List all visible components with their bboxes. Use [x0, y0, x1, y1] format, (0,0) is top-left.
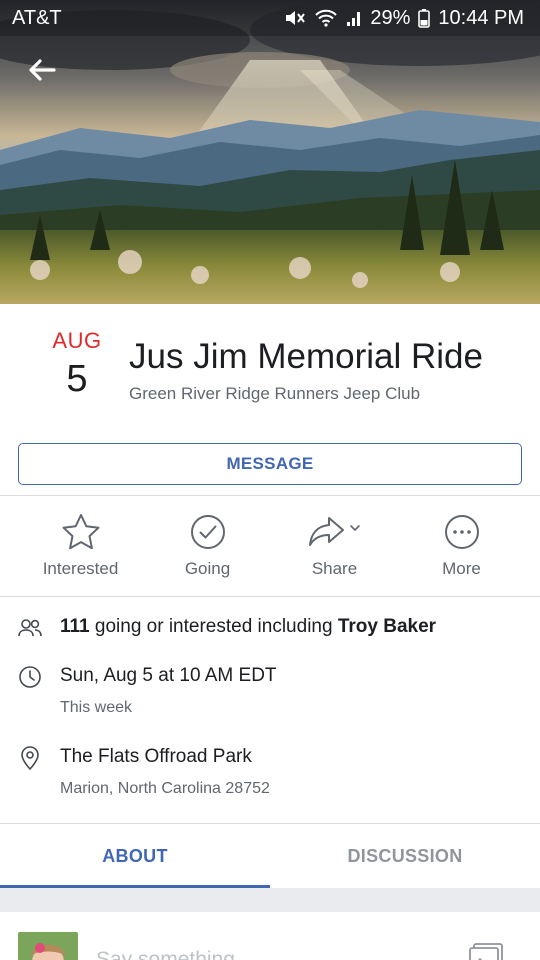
- avatar: [18, 932, 78, 960]
- share-label: Share: [311, 559, 358, 578]
- divider: [0, 596, 540, 597]
- friend-name[interactable]: Troy Baker: [338, 616, 436, 637]
- divider: [0, 495, 540, 496]
- battery-icon: [418, 8, 431, 28]
- composer-placeholder[interactable]: Say something...: [96, 948, 252, 960]
- clock-icon: [18, 665, 42, 689]
- tab-discussion[interactable]: DISCUSSION: [270, 824, 540, 888]
- section-separator: [0, 888, 540, 912]
- battery-percent: 29%: [370, 6, 411, 29]
- going-label: Going: [184, 559, 231, 578]
- tab-bar: ABOUT DISCUSSION: [0, 824, 540, 888]
- carrier-label: AT&T: [12, 6, 62, 29]
- post-composer[interactable]: Say something...: [0, 912, 540, 960]
- more-button[interactable]: More: [398, 497, 525, 595]
- map-pin-icon: [18, 746, 42, 771]
- event-time-relative: This week: [60, 699, 133, 716]
- event-day: 5: [66, 358, 88, 400]
- guest-text: going or interested including: [94, 616, 333, 637]
- event-host[interactable]: Green River Ridge Runners Jeep Club: [129, 384, 420, 404]
- event-month: AUG: [52, 328, 102, 353]
- star-icon: [61, 497, 101, 559]
- wifi-icon: [314, 9, 338, 27]
- message-button[interactable]: MESSAGE: [18, 443, 522, 485]
- mute-icon: [284, 9, 306, 27]
- event-title: Jus Jim Memorial Ride: [129, 337, 483, 376]
- location-row[interactable]: The Flats Offroad Park Marion, North Car…: [0, 746, 540, 806]
- people-icon: [18, 616, 42, 640]
- tab-about[interactable]: ABOUT: [0, 824, 270, 888]
- signal-icon: [346, 9, 362, 27]
- cover-photo[interactable]: [0, 0, 540, 304]
- interested-button[interactable]: Interested: [17, 497, 144, 595]
- going-button[interactable]: Going: [144, 497, 271, 595]
- more-label: More: [442, 559, 481, 578]
- event-time: Sun, Aug 5 at 10 AM EDT: [60, 665, 277, 686]
- interested-label: Interested: [42, 559, 119, 578]
- clock: 10:44 PM: [438, 6, 524, 29]
- more-icon: [444, 497, 480, 559]
- back-arrow-icon: [28, 58, 56, 87]
- check-circle-icon: [190, 497, 226, 559]
- share-button[interactable]: Share: [271, 497, 398, 595]
- time-row[interactable]: Sun, Aug 5 at 10 AM EDT This week: [0, 665, 540, 725]
- guest-count: 111: [60, 616, 90, 637]
- event-date: AUG 5: [40, 328, 114, 401]
- guests-row[interactable]: 111 going or interested including Troy B…: [0, 616, 540, 642]
- back-button[interactable]: [24, 56, 60, 88]
- status-bar: AT&T 29% 10:44 PM: [0, 0, 540, 36]
- location-name: The Flats Offroad Park: [60, 746, 252, 767]
- photo-icon[interactable]: [468, 942, 504, 960]
- share-icon: [307, 497, 363, 559]
- action-row: Interested Going Share More: [0, 497, 540, 595]
- location-address: Marion, North Carolina 28752: [60, 780, 270, 797]
